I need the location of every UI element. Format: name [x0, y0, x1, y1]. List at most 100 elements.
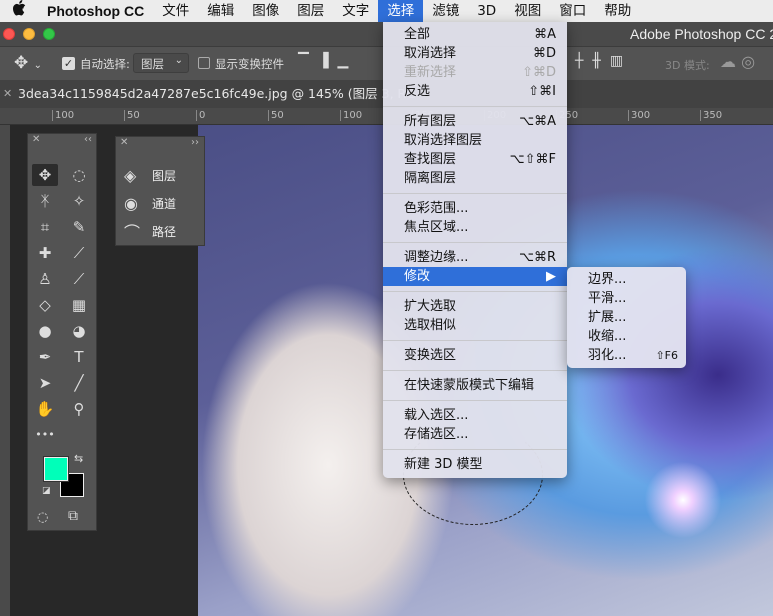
- hand-tool-icon[interactable]: ✋: [32, 398, 58, 420]
- paths-icon: ⌒: [124, 223, 141, 242]
- menu-item[interactable]: 存储选区...: [383, 425, 567, 444]
- 3d-orbit-icon[interactable]: ☁ ◎: [720, 52, 755, 71]
- menu-8[interactable]: 视图: [505, 0, 550, 22]
- auto-select-checkbox[interactable]: ✓: [62, 57, 75, 70]
- close-tab-icon[interactable]: ✕: [3, 80, 12, 108]
- menu-item[interactable]: 查找图层 ⌥⇧⌘F: [383, 150, 567, 169]
- channels-icon: ◉: [124, 193, 138, 213]
- menu-item[interactable]: 反选 ⇧⌘I: [383, 82, 567, 101]
- marquee-tool-icon[interactable]: ◌: [66, 164, 92, 186]
- menu-item-label: 全部: [404, 27, 431, 42]
- submenu-item[interactable]: 收缩...: [567, 327, 686, 346]
- document-tab[interactable]: 3dea34c1159845d2a47287e5c16fc49e.jpg @ 1…: [18, 80, 416, 108]
- menu-10[interactable]: 帮助: [595, 0, 640, 22]
- more-tool-icon[interactable]: •••: [32, 424, 58, 446]
- shortcut: ⇧⌘I: [528, 84, 556, 99]
- zoom-window-button[interactable]: [43, 28, 55, 40]
- brush-tool-icon[interactable]: ⟋: [66, 242, 92, 264]
- menu-item[interactable]: 取消选择图层: [383, 131, 567, 150]
- menu-item[interactable]: 所有图层 ⌥⌘A: [383, 112, 567, 131]
- distribute-buttons[interactable]: ┼╫▥: [575, 53, 632, 69]
- move-tool-icon[interactable]: ✥: [32, 164, 58, 186]
- panel-paths[interactable]: ⌒ 路径: [124, 217, 176, 245]
- pen-tool-icon[interactable]: ✒: [32, 346, 58, 368]
- apple-icon[interactable]: [0, 0, 38, 22]
- submenu-item[interactable]: 平滑...: [567, 289, 686, 308]
- menu-item[interactable]: 重新选择 ⇧⌘D: [383, 63, 567, 82]
- healing-tool-icon[interactable]: ✚: [32, 242, 58, 264]
- panel-layers[interactable]: ◈ 图层: [124, 161, 176, 189]
- stamp-tool-icon[interactable]: ♙: [32, 268, 58, 290]
- shortcut: ⌘D: [532, 46, 556, 61]
- submenu-item[interactable]: 边界...: [567, 270, 686, 289]
- menu-item-label: 所有图层: [404, 114, 457, 129]
- menu-item-label: 扩大选取: [404, 299, 457, 314]
- eraser-tool-icon[interactable]: ◇: [32, 294, 58, 316]
- expand-dock-icon[interactable]: ››: [191, 137, 199, 148]
- blur-tool-icon[interactable]: ●: [32, 320, 58, 342]
- menu-4[interactable]: 文字: [333, 0, 378, 22]
- ruler-label: 350: [700, 110, 722, 121]
- path-select-tool-icon[interactable]: ➤: [32, 372, 58, 394]
- submenu-item-label: 羽化...: [588, 348, 627, 363]
- menu-0[interactable]: 文件: [153, 0, 198, 22]
- menu-item-label: 变换选区: [404, 348, 457, 363]
- quick-mask-icon[interactable]: ◌: [37, 510, 48, 525]
- auto-select-dropdown[interactable]: 图层 ⌄: [133, 53, 189, 73]
- menu-item[interactable]: 焦点区域...: [383, 218, 567, 237]
- collapse-panel-icon[interactable]: ‹‹: [84, 134, 92, 145]
- menu-item[interactable]: 修改 ▶: [383, 267, 567, 286]
- line-tool-icon[interactable]: ╱: [66, 372, 92, 394]
- menu-item[interactable]: 变换选区: [383, 346, 567, 365]
- menu-item-label: 载入选区...: [404, 408, 469, 423]
- menu-separator: [383, 340, 567, 341]
- menu-7[interactable]: 3D: [468, 0, 505, 22]
- menu-item[interactable]: 全部 ⌘A: [383, 25, 567, 44]
- screen-mode-icon[interactable]: ⧉: [68, 508, 78, 524]
- menu-item[interactable]: 色彩范围...: [383, 199, 567, 218]
- menu-1[interactable]: 编辑: [198, 0, 243, 22]
- vertical-ruler: [0, 125, 10, 616]
- dodge-tool-icon[interactable]: ◕: [66, 320, 92, 342]
- history-brush-tool-icon[interactable]: ⟋: [66, 268, 92, 290]
- close-panel-icon[interactable]: ✕: [32, 134, 40, 145]
- type-tool-icon[interactable]: T: [66, 346, 92, 368]
- crop-tool-icon[interactable]: ⌗: [32, 216, 58, 238]
- menu-item[interactable]: 取消选择 ⌘D: [383, 44, 567, 63]
- close-dock-icon[interactable]: ✕: [120, 137, 128, 148]
- menu-item[interactable]: 载入选区...: [383, 406, 567, 425]
- menu-item[interactable]: 调整边缘... ⌥⌘R: [383, 248, 567, 267]
- menu-9[interactable]: 窗口: [550, 0, 595, 22]
- submenu-item[interactable]: 扩展...: [567, 308, 686, 327]
- gradient-tool-icon[interactable]: ▦: [66, 294, 92, 316]
- eyedropper-tool-icon[interactable]: ✎: [66, 216, 92, 238]
- menu-item[interactable]: 新建 3D 模型: [383, 455, 567, 474]
- menu-item[interactable]: 隔离图层: [383, 169, 567, 188]
- menu-separator: [383, 242, 567, 243]
- menu-item-label: 修改: [404, 269, 431, 284]
- menu-2[interactable]: 图像: [243, 0, 288, 22]
- foreground-color-swatch[interactable]: [44, 457, 68, 481]
- menu-5[interactable]: 选择: [378, 0, 424, 22]
- default-colors-icon[interactable]: ◪: [42, 486, 51, 496]
- menu-item-label: 取消选择图层: [404, 133, 483, 148]
- menu-6[interactable]: 滤镜: [423, 0, 468, 22]
- menu-item[interactable]: 选取相似: [383, 316, 567, 335]
- close-window-button[interactable]: [3, 28, 15, 40]
- move-tool-preset-icon[interactable]: ✥ ⌄: [14, 53, 42, 73]
- lasso-tool-icon[interactable]: ᛡ: [32, 190, 58, 212]
- app-menu[interactable]: Photoshop CC: [38, 0, 153, 22]
- align-buttons[interactable]: ▔▐▁: [298, 53, 357, 69]
- submenu-item[interactable]: 羽化... ⇧F6: [567, 346, 686, 365]
- swap-colors-icon[interactable]: ⇆: [74, 452, 83, 465]
- magic-wand-tool-icon[interactable]: ✧: [66, 190, 92, 212]
- menu-item-label: 色彩范围...: [404, 201, 469, 216]
- minimize-window-button[interactable]: [23, 28, 35, 40]
- zoom-tool-icon[interactable]: ⚲: [66, 398, 92, 420]
- show-transform-checkbox[interactable]: [198, 57, 210, 69]
- menu-item[interactable]: 在快速蒙版模式下编辑: [383, 376, 567, 395]
- menu-item[interactable]: 扩大选取: [383, 297, 567, 316]
- menu-3[interactable]: 图层: [288, 0, 333, 22]
- panel-channels[interactable]: ◉ 通道: [124, 189, 176, 217]
- panel-label: 路径: [152, 224, 177, 239]
